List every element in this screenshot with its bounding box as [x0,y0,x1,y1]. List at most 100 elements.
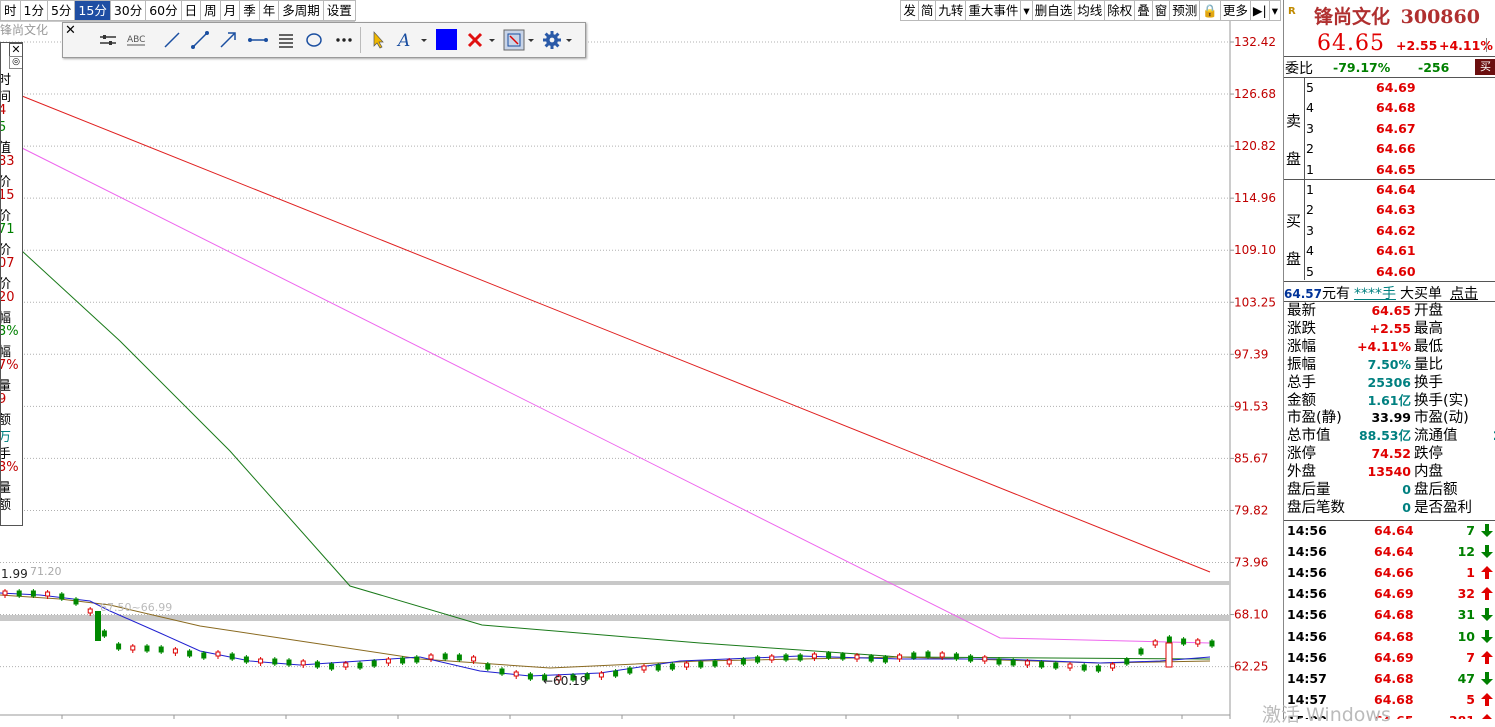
period-tab-2[interactable]: 5分 [46,0,76,21]
camera-icon[interactable]: ◎ [9,56,22,69]
orderbook-row[interactable]: 4 64.61 [1306,241,1495,261]
period-tab-12[interactable]: 设置 [322,0,356,21]
delete-drawing-icon[interactable] [465,29,499,51]
function-button-11[interactable]: 🔒 [1199,0,1221,21]
tick-price: 64.64 [1374,523,1414,538]
orderbook-row[interactable]: 5 64.69 [1306,78,1495,98]
tick-row[interactable]: 14:56 64.64 7 [1287,520,1495,541]
period-tab-1[interactable]: 1分 [19,0,48,21]
text-style-icon[interactable]: ABC [125,29,147,51]
screenshot-dropdown[interactable] [503,29,537,51]
stat-label: 涨幅 [1287,338,1316,355]
tick-time: 14:56 [1287,649,1327,665]
big-order-bar[interactable]: 64.57元有 ****手 大买单 点击 [1284,283,1495,302]
price-tick-label: 91.53 [1234,399,1268,413]
indicator-settings-icon[interactable] [97,29,119,51]
function-toolbar: 发简九转 重大事件 ▾ 删自选 均线 除权叠窗预测 🔒 更多 ▶| ▾ [900,0,1281,21]
candle-body [953,653,959,660]
function-button-8[interactable]: 叠 [1134,0,1153,21]
tick-row[interactable]: 14:56 64.68 31 [1287,604,1495,625]
popup-row: 15 [1,188,15,203]
candle-body [755,656,761,663]
buy-button[interactable]: 买 [1475,59,1495,75]
horizontal-line-icon[interactable] [247,29,269,51]
orderbook-level: 1 [1306,161,1314,177]
stock-name[interactable]: 锋尚文化 300860 [1314,2,1480,29]
orderbook-level: 5 [1306,80,1314,95]
period-tab-9[interactable]: 季 [239,0,260,21]
period-tab-4[interactable]: 30分 [109,0,147,21]
arrow-line-icon[interactable] [217,29,239,51]
orderbook-row[interactable]: 2 64.66 [1306,139,1495,159]
tick-row[interactable]: 14:57 64.68 47 [1287,668,1495,689]
tick-row[interactable]: 14:56 64.69 32 [1287,583,1495,604]
function-button-3[interactable]: 重大事件 [965,0,1022,21]
function-button-12[interactable]: 更多 [1219,0,1251,21]
parallel-lines-icon[interactable] [275,29,297,51]
ray-line-icon[interactable] [189,29,211,51]
period-tab-6[interactable]: 日 [180,0,202,21]
function-button-2[interactable]: 九转 [935,0,967,21]
candle-body [797,654,803,661]
function-button-5[interactable]: 删自选 [1031,0,1076,21]
candle-body [2,590,8,596]
price-tick-label: 120.82 [1234,139,1276,153]
function-button-9[interactable]: 窗 [1151,0,1171,21]
orderbook-row[interactable]: 3 64.62 [1306,221,1495,241]
function-button-1[interactable]: 简 [917,0,937,21]
function-button-0[interactable]: 发 [900,0,919,21]
candle-body [16,590,22,597]
tick-row[interactable]: 14:56 64.64 12 [1287,541,1495,562]
candle-body [1067,663,1073,669]
candle-body [172,648,178,654]
pointer-icon[interactable] [367,29,389,51]
candle-body [712,660,718,667]
tick-row[interactable]: 14:56 64.66 1 [1287,562,1495,583]
period-tab-0[interactable]: 时 [0,0,21,21]
orderbook-price: 64.65 [1376,161,1416,177]
period-tab-7[interactable]: 周 [200,0,221,21]
scroll-arrows[interactable] [1486,38,1495,52]
gear-icon[interactable] [541,29,575,51]
color-picker[interactable] [436,29,457,50]
logo-icon: R [1288,6,1296,17]
orderbook-row[interactable]: 3 64.67 [1306,119,1495,139]
tick-price: 64.69 [1374,649,1414,665]
arrow-up-icon [1481,566,1493,580]
candle-body [357,662,363,669]
line-segment-icon[interactable] [161,29,183,51]
period-tab-11[interactable]: 多周期 [278,0,324,21]
stat-label: 换手(实) [1414,392,1469,409]
tick-row[interactable]: 14:56 64.69 7 [1287,647,1495,668]
function-button-7[interactable]: 除权 [1104,0,1136,21]
stock-name-text: 锋尚文化 [1314,6,1391,28]
close-icon[interactable]: ✕ [65,24,76,37]
orderbook-row[interactable]: 2 64.63 [1306,200,1495,220]
period-tab-3[interactable]: 15分 [74,0,111,21]
bigorder-click[interactable]: 点击 [1450,286,1478,302]
function-button-14[interactable]: ▾ [1268,0,1281,21]
kline-chart[interactable]: 132.42 126.68 120.82 114.96 109.10 103.25 97.3… [0,21,1283,719]
stat-label: 外盘 [1287,464,1316,481]
orderbook-row[interactable]: 1 64.65 [1306,160,1495,180]
orderbook-row[interactable]: 1 64.64 [1306,180,1495,200]
orderbook-row[interactable]: 5 64.60 [1306,262,1495,282]
orderbook-level: 2 [1306,141,1314,157]
period-tab-5[interactable]: 60分 [145,0,182,21]
period-tab-10[interactable]: 年 [258,0,280,21]
ellipse-icon[interactable] [303,29,325,51]
function-button-10[interactable]: 预测 [1169,0,1201,21]
close-icon[interactable]: ✕ [9,43,22,57]
function-button-13[interactable]: ▶| [1249,0,1270,21]
more-icon[interactable] [333,29,355,51]
orderbook-row[interactable]: 4 64.68 [1306,98,1495,118]
candle-body [911,652,917,659]
popup-row: 71 [1,222,15,237]
font-color-dropdown[interactable]: A [395,29,429,51]
ma-line-green [21,250,1211,660]
stat-label: 最新 [1287,303,1316,319]
stat-label: 跌停 [1414,446,1443,463]
tick-row[interactable]: 14:56 64.68 10 [1287,626,1495,647]
function-button-6[interactable]: 均线 [1074,0,1106,21]
period-tab-8[interactable]: 月 [219,0,241,21]
